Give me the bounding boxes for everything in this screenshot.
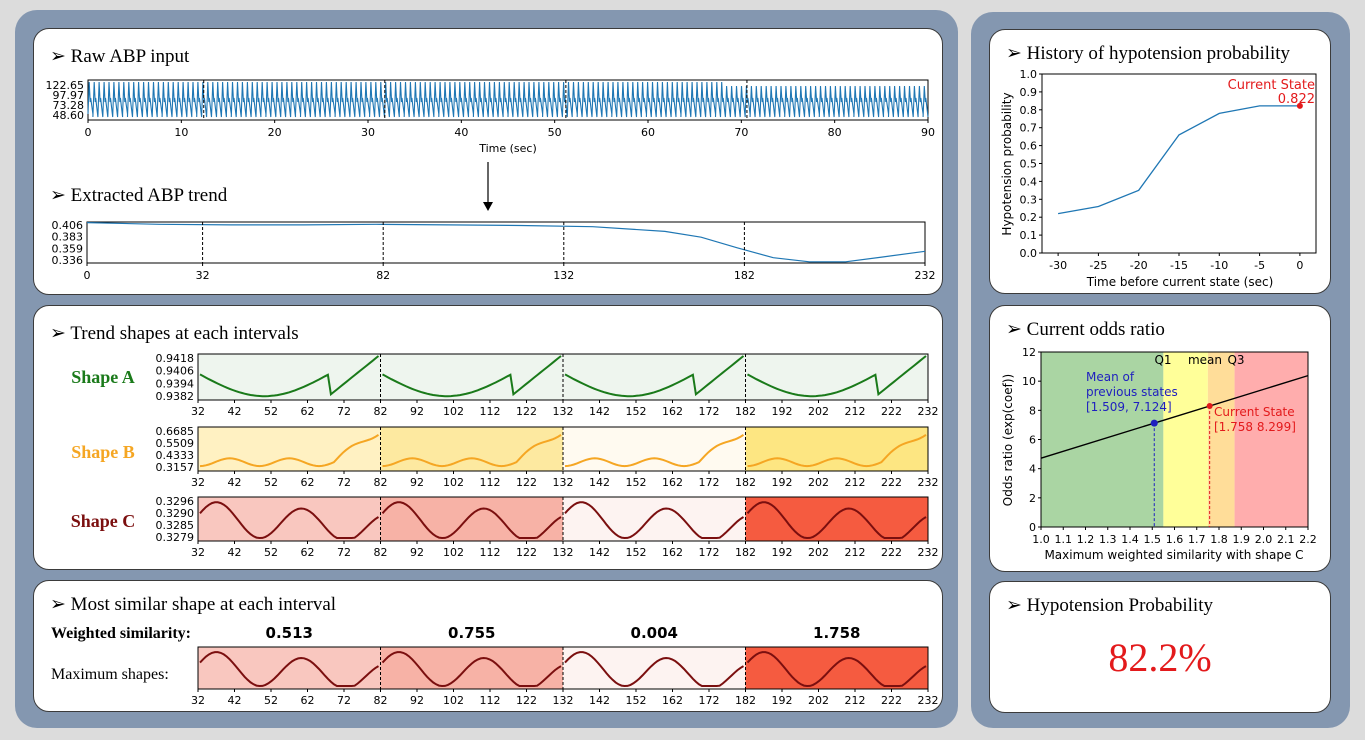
odds-zone-2 [1207,352,1235,527]
history-current-value: 0.822 [1278,92,1315,107]
odds-zone-1 [1163,352,1208,527]
history-xtick: 0 [1296,259,1303,272]
odds-xtick: 1.6 [1166,533,1184,546]
odds-xtick: 1.3 [1099,533,1117,546]
odds-mean-annotation: [1.509, 7.124] [1086,400,1172,414]
history-current-label: Current State [1228,78,1315,93]
history-ytick: 0.4 [1020,175,1038,188]
odds-xtick: 1.9 [1233,533,1251,546]
right-charts: Current State0.822-30 -25 -20 -15 -10 -5 01.00… [1000,68,1317,562]
history-xtick: -30 [1049,259,1067,272]
odds-q1-label: Q1 [1154,353,1171,367]
history-ytick: 1.0 [1020,68,1038,81]
odds-xtick: 1.5 [1144,533,1162,546]
odds-mean-annotation: Mean of [1086,370,1135,384]
odds-mean-label: mean [1188,353,1222,367]
odds-xtick: 2.2 [1299,533,1317,546]
history-xlabel: Time before current state (sec) [1086,275,1274,289]
history-frame [1041,73,1317,254]
history-xtick: -10 [1210,259,1228,272]
history-ytick: 0.9 [1020,86,1038,99]
odds-mean-annotation: previous states [1086,385,1178,399]
history-ytick: 0.5 [1020,158,1038,171]
odds-ytick: 12 [1022,346,1036,359]
odds-xlabel: Maximum weighted similarity with shape C [1044,548,1303,562]
odds-current-annotation: Current State [1214,405,1295,419]
odds-xtick: 2.0 [1255,533,1273,546]
odds-ytick: 6 [1029,434,1036,447]
odds-ylabel: Odds ratio (exp(coef)) [1001,374,1015,506]
odds-current-annotation: [1.758 8.299] [1214,420,1296,434]
odds-ytick: 10 [1022,375,1036,388]
history-ytick: 0.6 [1020,140,1038,153]
history-ylabel: Hypotension probability [1000,92,1014,235]
history-ytick: 0.0 [1020,247,1038,260]
odds-ytick: 2 [1029,492,1036,505]
history-ytick: 0.8 [1020,104,1038,117]
odds-xtick: 1.8 [1210,533,1228,546]
odds-current-point [1206,402,1213,409]
odds-xtick: 1.0 [1032,533,1050,546]
odds-xtick: 1.2 [1077,533,1095,546]
history-ytick: 0.7 [1020,122,1038,135]
history-xtick: -15 [1170,259,1188,272]
odds-zone-3 [1234,352,1308,527]
history-ytick: 0.2 [1020,211,1038,224]
history-ytick: 0.1 [1020,229,1038,242]
odds-mean-point [1150,419,1158,427]
odds-ytick: 8 [1029,404,1036,417]
history-ytick: 0.3 [1020,193,1038,206]
odds-xtick: 1.4 [1121,533,1139,546]
odds-xtick: 1.7 [1188,533,1206,546]
history-xtick: -20 [1130,259,1148,272]
odds-q3-label: Q3 [1227,353,1244,367]
odds-xtick: 1.1 [1055,533,1073,546]
odds-ytick: 0 [1029,521,1036,534]
odds-ytick: 4 [1029,463,1036,476]
history-xtick: -25 [1089,259,1107,272]
odds-xtick: 2.1 [1277,533,1295,546]
history-xtick: -5 [1254,259,1265,272]
